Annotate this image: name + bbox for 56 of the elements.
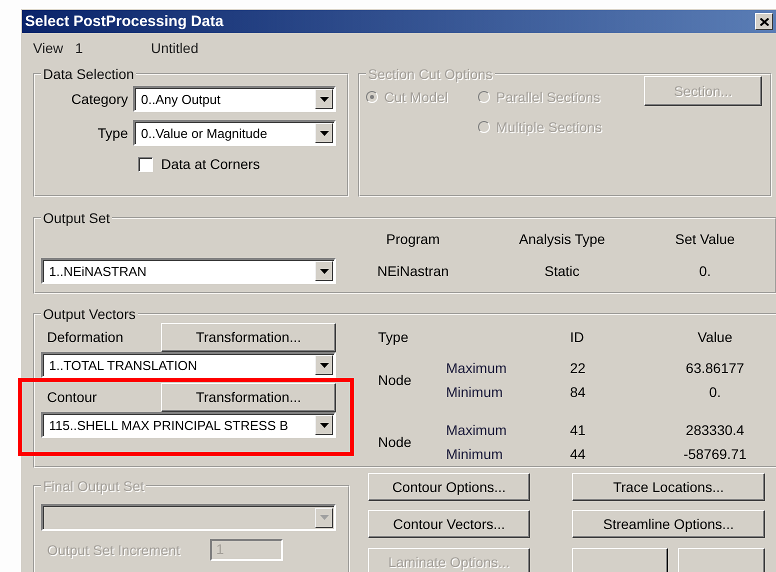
value-text: 63.86177 — [684, 360, 746, 376]
view-label: View — [33, 40, 64, 58]
blank-button[interactable] — [678, 548, 765, 572]
caret-icon — [320, 362, 328, 368]
id-text: 84 — [570, 384, 587, 400]
group-title: Output Vectors — [42, 306, 137, 322]
dropdown[interactable]: 1..NEiNASTRAN — [41, 258, 336, 284]
vector-label: Contour — [47, 389, 97, 405]
extreme-label: Maximum — [446, 360, 508, 376]
id-text: 44 — [570, 446, 587, 462]
group-title: Data Selection — [42, 66, 136, 82]
extreme-label: Minimum — [446, 446, 504, 462]
column-header: Set Value — [674, 231, 736, 247]
value-text: 0. — [698, 263, 712, 279]
type-text: Node — [378, 434, 412, 450]
id-text: 41 — [570, 422, 587, 438]
value-text: 0. — [708, 384, 722, 400]
extreme-label: Maximum — [446, 422, 508, 438]
checkbox[interactable] — [138, 156, 153, 172]
value-text: 283330.4 — [684, 422, 746, 438]
window-title: Select PostProcessing Data — [25, 13, 224, 30]
column-header: Analysis Type — [518, 231, 606, 247]
view-number: 1 — [75, 40, 83, 58]
extreme-label: Minimum — [446, 384, 504, 400]
close-button[interactable] — [755, 13, 773, 30]
id-text: 22 — [570, 360, 587, 376]
field-label: Type — [96, 125, 128, 141]
close-icon — [760, 18, 768, 26]
value-text: NEiNastran — [376, 263, 450, 279]
view-name: Untitled — [150, 40, 198, 58]
action-button[interactable]: Contour Options... — [368, 473, 530, 501]
action-button[interactable]: Streamline Options... — [572, 510, 765, 538]
column-header: Program — [385, 231, 441, 247]
column-header: ID — [570, 329, 585, 345]
caret-icon — [320, 96, 328, 102]
dropdown[interactable]: 115..SHELL MAX PRINCIPAL STRESS B — [41, 412, 336, 438]
transformation-button[interactable]: Transformation... — [161, 382, 336, 412]
caret-icon — [320, 268, 328, 274]
value-text: Static — [543, 263, 580, 279]
checkbox-label: Data at Corners — [161, 156, 260, 172]
value-text: -58769.71 — [682, 446, 748, 462]
column-header: Type — [378, 329, 410, 345]
group-title: Output Set — [42, 210, 111, 226]
type-text: Node — [378, 372, 412, 388]
caret-icon — [320, 130, 328, 136]
dropdown[interactable]: 0..Value or Magnitude — [133, 120, 336, 146]
field-label: Category — [70, 91, 128, 107]
transformation-button[interactable]: Transformation... — [161, 322, 336, 352]
caret-icon — [320, 515, 328, 520]
dropdown[interactable]: 1..TOTAL TRANSLATION — [41, 352, 336, 378]
vector-label: Deformation — [47, 329, 124, 345]
action-button[interactable]: Trace Locations... — [572, 473, 765, 501]
caret-icon — [320, 422, 328, 428]
action-button[interactable]: Contour Vectors... — [368, 510, 530, 538]
column-header: Value — [696, 329, 734, 345]
dropdown[interactable]: 0..Any Output — [133, 86, 336, 112]
